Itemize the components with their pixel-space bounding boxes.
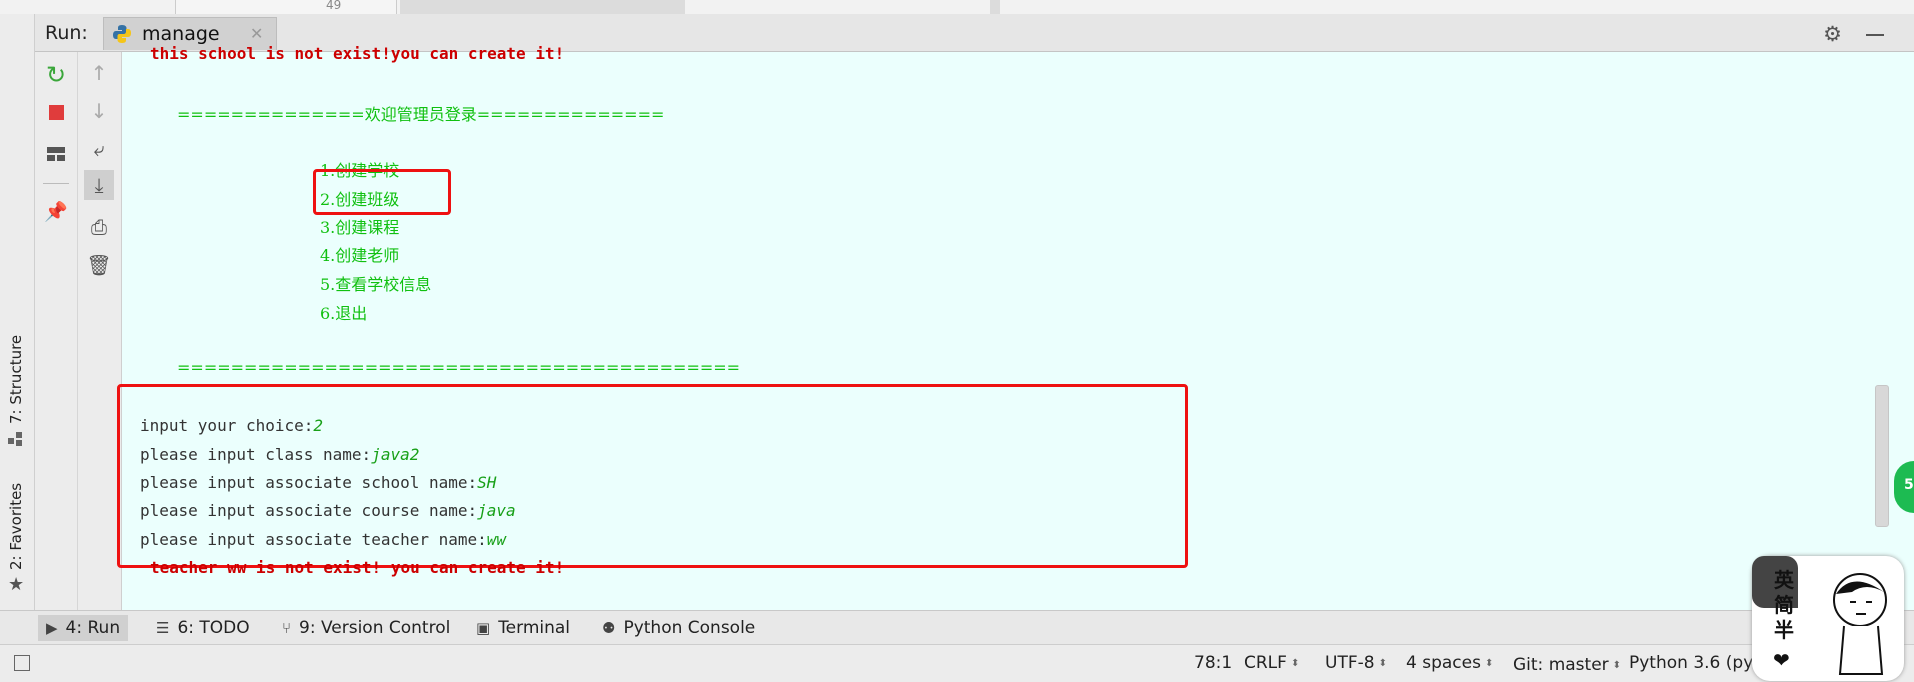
minimize-icon[interactable] (1866, 34, 1884, 36)
star-icon: ★ (8, 574, 25, 595)
status-bar: 78:1 CRLF ⬍ UTF-8 ⬍ 4 spaces ⬍ Git: master ⬍… (0, 644, 1914, 682)
menu-banner-top: ==============欢迎管理员登录============== (177, 105, 665, 124)
rerun-icon[interactable]: ↻ (41, 60, 71, 90)
git-branch-widget[interactable]: Git: master ⬍ (1513, 655, 1621, 675)
arrow-up-icon[interactable]: ↑ (84, 58, 114, 88)
structure-icon (8, 432, 24, 446)
line-number: 49 (326, 0, 342, 12)
python-icon: ⚉ (602, 619, 616, 637)
menu-item: 6.退出 (320, 304, 368, 323)
scroll-to-end-icon[interactable]: ⤓ (84, 170, 114, 200)
console-line: this school is not exist!you can create … (150, 44, 565, 63)
run-tab-label: manage (142, 23, 220, 45)
toggle-tool-windows-icon[interactable] (14, 655, 30, 671)
list-icon: ☰ (156, 619, 170, 637)
tab-todo[interactable]: ☰ 6: TODO (148, 615, 258, 641)
prompt-line: please input associate teacher name:ww (140, 530, 507, 549)
run-title: Run: (45, 22, 88, 44)
pin-icon[interactable]: 📌 (41, 196, 71, 226)
prompt-line: please input class name:java2 (140, 445, 420, 464)
structure-tool-button[interactable]: 7: Structure (7, 335, 25, 424)
arrow-down-icon[interactable]: ↓ (84, 96, 114, 126)
interpreter-widget[interactable]: Python 3.6 (pyth (1629, 653, 1771, 673)
tab-run[interactable]: ▶ 4: Run (38, 615, 129, 641)
editor-scroll-fragment (400, 0, 685, 14)
indent-widget[interactable]: 4 spaces ⬍ (1406, 653, 1493, 673)
gear-icon[interactable]: ⚙ (1823, 22, 1842, 46)
updown-arrow-icon: ⬍ (1290, 657, 1300, 669)
cartoon-figure (1833, 573, 1887, 675)
menu-item: 3.创建课程 (320, 218, 400, 237)
prompt-line: please input associate course name:java (140, 501, 516, 520)
left-tool-stripe: 7: Structure 2: Favorites ★ (0, 14, 35, 610)
encoding-widget[interactable]: UTF-8 ⬍ (1325, 653, 1387, 673)
python-icon (113, 25, 131, 43)
editor-remnant-strip: 49 (0, 0, 1914, 15)
run-icon: ▶ (46, 619, 58, 637)
menu-banner-bottom: ========================================… (177, 358, 741, 377)
bottom-toolwindow-bar: ▶ 4: Run ☰ 6: TODO ⑂ 9: Version Control ▣ Te… (0, 610, 1914, 645)
close-icon[interactable]: ✕ (250, 24, 263, 43)
trash-icon[interactable]: 🗑 (84, 250, 114, 280)
error-line: teacher ww is not exist! you can create … (150, 558, 565, 577)
tab-python-console[interactable]: ⚉ Python Console (594, 615, 763, 641)
stop-icon[interactable] (41, 97, 71, 127)
console-actions-toolbar: ↑ ↓ ⤶ ⤓ ⎙ 🗑 (78, 52, 122, 610)
sticker-text: 英简半 (1774, 568, 1794, 642)
layout-icon[interactable] (41, 139, 71, 169)
console-output[interactable]: this school is not exist!you can create … (117, 44, 1914, 610)
caret-position[interactable]: 78:1 (1194, 653, 1232, 673)
favorites-label: 2: Favorites (7, 482, 25, 570)
menu-item: 4.创建老师 (320, 246, 400, 265)
editor-gutter-fragment: 49 (175, 0, 397, 14)
tab-terminal[interactable]: ▣ Terminal (468, 615, 578, 641)
vcs-icon: ⑂ (282, 619, 292, 637)
soft-wrap-icon[interactable]: ⤶ (84, 134, 114, 164)
prompt-line: input your choice:2 (140, 416, 324, 435)
menu-item: 5.查看学校信息 (320, 275, 432, 294)
line-separator-widget[interactable]: CRLF ⬍ (1244, 653, 1299, 673)
favorites-tool-button[interactable]: 2: Favorites (7, 483, 25, 570)
updown-arrow-icon: ⬍ (1612, 659, 1622, 671)
updown-arrow-icon: ⬍ (1484, 657, 1494, 669)
updown-arrow-icon: ⬍ (1378, 657, 1387, 669)
structure-label: 7: Structure (7, 334, 25, 424)
run-actions-toolbar: ↻ 📌 (35, 52, 78, 610)
heart-icon: ❤ (1773, 648, 1790, 672)
tab-version-control[interactable]: ⑂ 9: Version Control (274, 615, 458, 641)
editor-divider (990, 0, 1000, 14)
prompt-line: please input associate school name:SH (140, 473, 497, 492)
console-scrollbar[interactable] (1875, 385, 1889, 527)
terminal-icon: ▣ (476, 619, 491, 637)
highlight-box-menu (313, 169, 451, 215)
toolbar-divider (43, 183, 69, 184)
print-icon[interactable]: ⎙ (84, 212, 114, 242)
